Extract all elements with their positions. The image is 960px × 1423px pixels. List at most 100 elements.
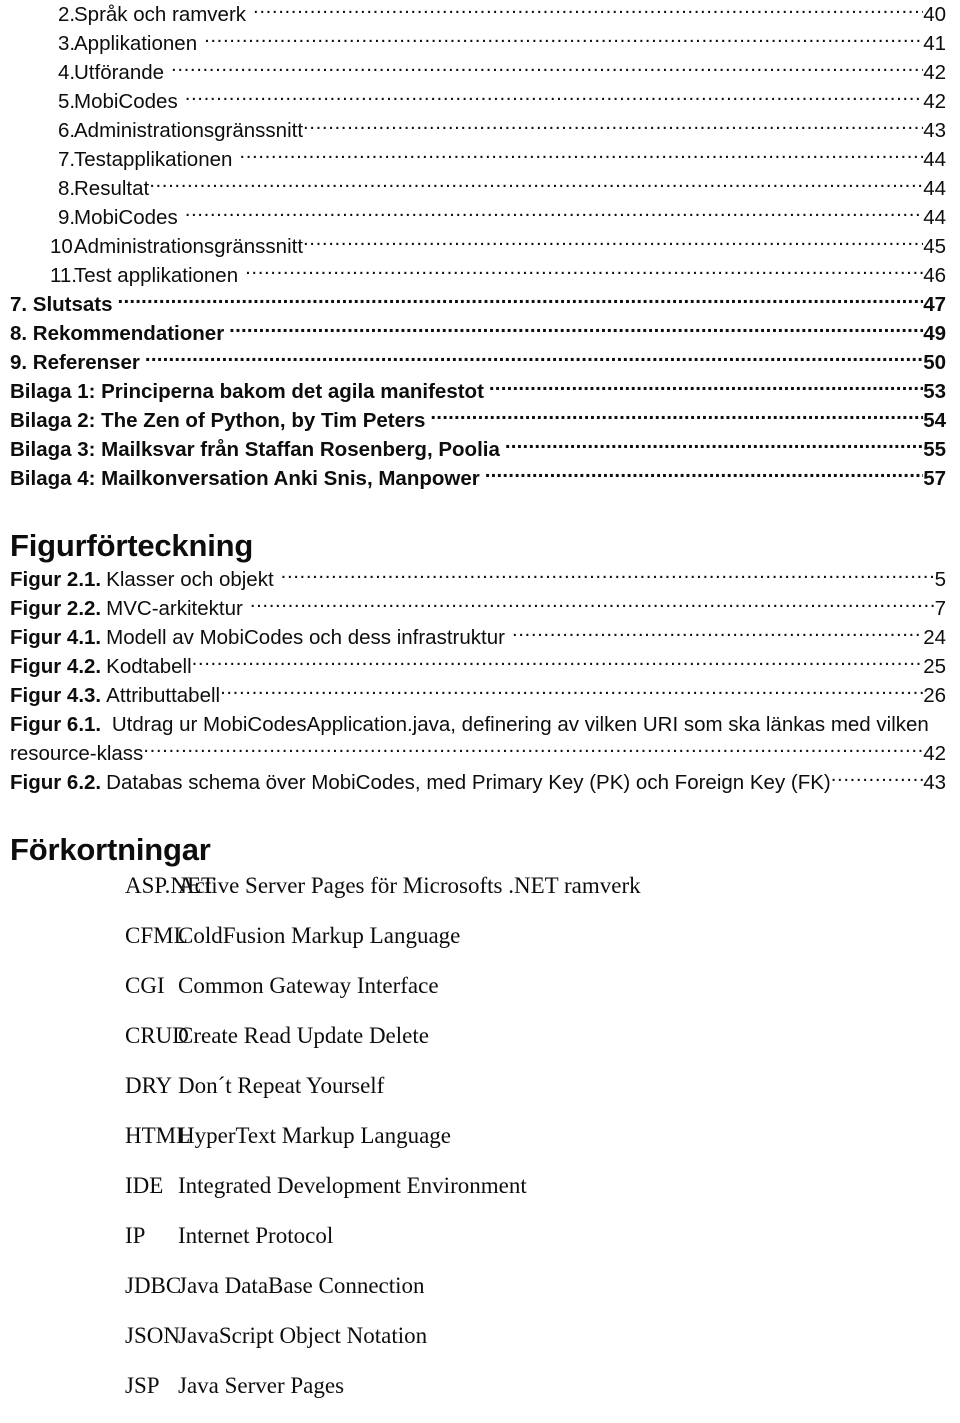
figure-entry-page: 7 [934, 597, 946, 620]
toc-entry-page: 44 [923, 148, 946, 171]
toc-entry-label: Applikationen [74, 32, 198, 55]
toc-entry-label: Bilaga 3: Mailksvar från Staffan Rosenbe… [10, 438, 500, 461]
figure-entry[interactable]: Figur 6.2. Databas schema över MobiCodes… [10, 768, 946, 797]
dot-leader [253, 1, 923, 22]
toc-entry-label: 8. Rekommendationer [10, 322, 225, 345]
abbreviation-row: IDE Integrated Development Environment [10, 1173, 946, 1223]
toc-entry-page: 41 [923, 32, 946, 55]
toc-entry-page: 42 [923, 90, 946, 113]
toc-entry-number: 5. [58, 90, 76, 113]
toc-entry[interactable]: Bilaga 2: The Zen of Python, by Tim Pete… [10, 406, 946, 435]
abbreviation-row: JSON JavaScript Object Notation [10, 1323, 946, 1373]
figure-entry-page: 24 [923, 626, 946, 649]
figure-entry-key: Figur 6.2. [10, 771, 102, 794]
figure-entry-key: Figur 6.1. [10, 713, 102, 736]
abbreviation-row: IP Internet Protocol [10, 1223, 946, 1273]
abbreviation-description: Common Gateway Interface [178, 973, 439, 998]
dot-leader [303, 233, 923, 254]
toc-entry-label: Administrationsgränssnitt [74, 235, 304, 258]
abbreviation-term: IP [125, 1223, 146, 1248]
dot-leader [250, 595, 935, 616]
dot-leader [281, 566, 935, 587]
figure-list: Figur 2.1. Klasser och objekt 5 Figur 2.… [10, 565, 946, 797]
abbreviation-description: Don´t Repeat Yourself [178, 1073, 385, 1098]
figure-entry-line-1: Figur 6.1. Utdrag ur MobiCodesApplicatio… [10, 710, 946, 739]
figure-entry[interactable]: Figur 4.1. Modell av MobiCodes och dess … [10, 623, 946, 652]
dot-leader [171, 59, 923, 80]
abbreviation-term: JSON [125, 1323, 180, 1348]
abbreviation-row: JSP Java Server Pages [10, 1373, 946, 1423]
toc-entry-number: 4. [58, 61, 76, 84]
toc-entry[interactable]: 8. Rekommendationer 49 [10, 319, 946, 348]
toc-entry-number: 3. [58, 32, 76, 55]
figure-entry[interactable]: Figur 6.1. Utdrag ur MobiCodesApplicatio… [10, 710, 946, 768]
abbreviation-row: DRY Don´t Repeat Yourself [10, 1073, 946, 1123]
abbreviation-row: CGI Common Gateway Interface [10, 973, 946, 1023]
toc-entry[interactable]: Bilaga 3: Mailksvar från Staffan Rosenbe… [10, 435, 946, 464]
figure-entry-label: MVC-arkitektur [106, 597, 243, 620]
abbreviation-description: Java Server Pages [178, 1373, 345, 1398]
abbreviation-description: JavaScript Object Notation [178, 1323, 428, 1348]
toc-entry-page: 49 [923, 322, 946, 345]
abbreviations-heading: Förkortningar [10, 832, 211, 867]
toc-entry[interactable]: Bilaga 4: Mailkonversation Anki Snis, Ma… [10, 464, 946, 493]
dot-leader [185, 204, 923, 225]
abbreviation-term: JSP [125, 1373, 160, 1398]
toc-entry[interactable]: 7. Slutsats 47 [10, 290, 946, 319]
abbreviation-row: CFML ColdFusion Markup Language [10, 923, 946, 973]
toc-entry-number: 8. [58, 177, 76, 200]
dot-leader [220, 682, 923, 703]
toc-entry-label: Bilaga 4: Mailkonversation Anki Snis, Ma… [10, 467, 480, 490]
abbreviation-row: HTML HyperText Markup Language [10, 1123, 946, 1173]
toc-entry-page: 55 [923, 438, 946, 461]
toc-entry-number: 11. [50, 264, 77, 287]
figure-entry-page: 26 [923, 684, 946, 707]
toc-entry[interactable]: 6. Administrationsgränssnitt 43 [10, 116, 946, 145]
figure-entry-page: 42 [923, 742, 946, 765]
toc-entry-page: 42 [923, 61, 946, 84]
toc-entry-page: 57 [923, 467, 946, 490]
figure-entry-key: Figur 4.2. [10, 655, 102, 678]
toc-entry-label: Bilaga 2: The Zen of Python, by Tim Pete… [10, 409, 426, 432]
abbreviation-term: CGI [125, 973, 165, 998]
toc-entry-label: Administrationsgränssnitt [74, 119, 304, 142]
abbreviation-term: CFML [125, 923, 188, 948]
abbreviation-term: IDE [125, 1173, 164, 1198]
figure-entry-key: Figur 4.3. [10, 684, 102, 707]
abbreviations-list: ASP.NET Active Server Pages för Microsof… [10, 873, 946, 1423]
figure-entry[interactable]: Figur 4.3. Attributtabell 26 [10, 681, 946, 710]
figure-entry[interactable]: Figur 4.2. Kodtabell 25 [10, 652, 946, 681]
toc-entry[interactable]: Bilaga 1: Principerna bakom det agila ma… [10, 377, 946, 406]
dot-leader [185, 88, 923, 109]
toc-entry[interactable]: 2. Språk och ramverk 40 [10, 0, 946, 29]
dot-leader [831, 769, 923, 790]
figure-entry[interactable]: Figur 2.2. MVC-arkitektur 7 [10, 594, 946, 623]
figure-entry[interactable]: Figur 2.1. Klasser och objekt 5 [10, 565, 946, 594]
figure-entry-label: Modell av MobiCodes och dess infrastrukt… [106, 626, 505, 649]
abbreviation-term: DRY [125, 1073, 173, 1098]
toc-entry[interactable]: 9. Referenser 50 [10, 348, 946, 377]
abbreviation-description: Create Read Update Delete [178, 1023, 429, 1048]
abbreviation-term: JDBC [125, 1273, 182, 1298]
toc-entry[interactable]: 4. Utförande 42 [10, 58, 946, 87]
figure-entry-page: 5 [934, 568, 946, 591]
dot-leader [303, 117, 923, 138]
toc-entry-label: MobiCodes [74, 206, 178, 229]
toc-entry[interactable]: 5. MobiCodes 42 [10, 87, 946, 116]
dot-leader [229, 320, 923, 341]
toc-entry-label: Resultat [74, 177, 150, 200]
toc-entry[interactable]: 7. Testapplikationen 44 [10, 145, 946, 174]
figure-entry-label: Kodtabell [106, 655, 192, 678]
figure-list-heading: Figurförteckning [10, 528, 254, 563]
toc-entry[interactable]: 10. Administrationsgränssnitt 45 [10, 232, 946, 261]
abbreviation-row: JDBC Java DataBase Connection [10, 1273, 946, 1323]
toc-entry[interactable]: 8. Resultat 44 [10, 174, 946, 203]
toc-entry[interactable]: 3. Applikationen 41 [10, 29, 946, 58]
toc-entry-page: 53 [923, 380, 946, 403]
toc-entry-number: 7. [58, 148, 76, 171]
toc-entry[interactable]: 9. MobiCodes 44 [10, 203, 946, 232]
toc-entry[interactable]: 11. Test applikationen 46 [10, 261, 946, 290]
dot-leader [245, 262, 923, 283]
